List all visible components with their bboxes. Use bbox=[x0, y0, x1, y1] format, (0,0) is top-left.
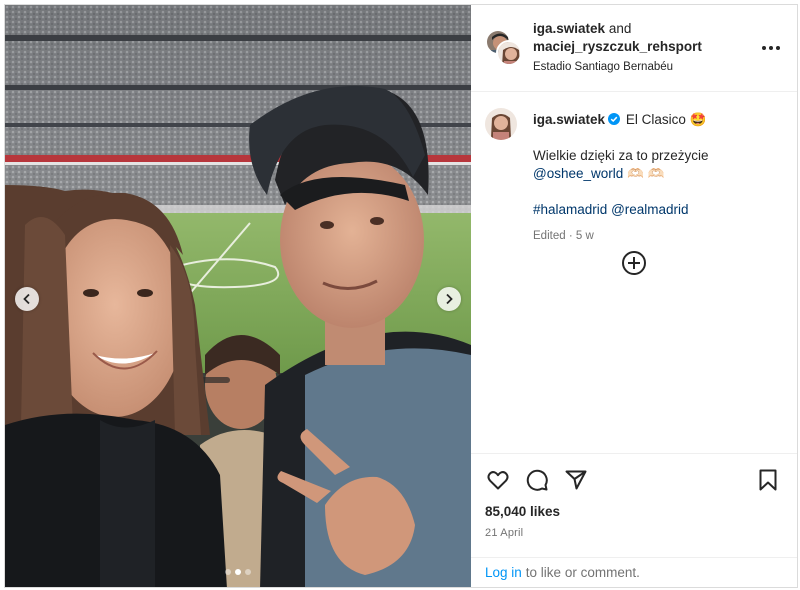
heart-icon bbox=[487, 471, 509, 490]
carousel-indicator bbox=[225, 569, 251, 575]
login-link[interactable]: Log in bbox=[485, 565, 522, 580]
caption-section: iga.swiatek El Clasico 🤩 Wielkie dzięki … bbox=[471, 92, 797, 453]
header-text: iga.swiatek and maciej_ryszczuk_rehsport… bbox=[533, 20, 759, 76]
collab-avatars[interactable] bbox=[485, 29, 523, 67]
caption-username[interactable]: iga.swiatek bbox=[533, 112, 605, 127]
chevron-left-icon bbox=[23, 293, 30, 305]
likes-count[interactable]: 85,040 likes bbox=[485, 504, 783, 519]
caption-row: iga.swiatek El Clasico 🤩 Wielkie dzięki … bbox=[485, 108, 783, 245]
share-button[interactable] bbox=[563, 467, 589, 493]
like-button[interactable] bbox=[485, 467, 511, 493]
coauthor-username[interactable]: maciej_ryszczuk_rehsport bbox=[533, 39, 702, 54]
caption-title-emoji: 🤩 bbox=[689, 112, 707, 127]
mention-link[interactable]: @oshee_world bbox=[533, 166, 623, 181]
hashtag-link[interactable]: #halamadrid bbox=[533, 202, 607, 217]
verified-icon bbox=[608, 113, 621, 125]
chevron-right-icon bbox=[446, 293, 453, 305]
carousel-dot-active bbox=[235, 569, 241, 575]
edited-age: 5 w bbox=[575, 230, 594, 242]
more-options-icon bbox=[762, 46, 780, 50]
carousel-dot bbox=[225, 569, 231, 575]
collab-conjunction: and bbox=[608, 21, 632, 36]
login-prompt: Log in to like or comment. bbox=[471, 557, 797, 587]
login-prompt-text: to like or comment. bbox=[525, 565, 640, 580]
account-mention-link[interactable]: @realmadrid bbox=[611, 202, 688, 217]
caption-avatar[interactable] bbox=[485, 108, 517, 140]
author-username[interactable]: iga.swiatek bbox=[533, 21, 605, 36]
save-button[interactable] bbox=[755, 467, 781, 493]
actions-section: 85,040 likes 21 April bbox=[471, 453, 797, 557]
post-side-panel: iga.swiatek and maciej_ryszczuk_rehsport… bbox=[471, 5, 797, 587]
add-circle-icon[interactable] bbox=[621, 250, 647, 276]
carousel-next-button[interactable] bbox=[437, 287, 461, 311]
caption-body: iga.swiatek El Clasico 🤩 Wielkie dzięki … bbox=[533, 108, 709, 245]
edited-timestamp: Edited · 5 w bbox=[533, 227, 709, 245]
edited-label: Edited bbox=[533, 230, 566, 242]
edited-separator: · bbox=[568, 230, 573, 242]
carousel-dot bbox=[245, 569, 251, 575]
instagram-post: iga.swiatek and maciej_ryszczuk_rehsport… bbox=[4, 4, 798, 588]
location-link[interactable]: Estadio Santiago Bernabéu bbox=[533, 58, 759, 76]
post-media[interactable] bbox=[5, 5, 471, 587]
mention-emoji: 🫶🏻 🫶🏻 bbox=[627, 166, 665, 181]
post-photo bbox=[5, 5, 471, 587]
caption-text: Wielkie dzięki za to przeżycie bbox=[533, 148, 709, 163]
author-avatar[interactable] bbox=[496, 40, 522, 66]
post-date[interactable]: 21 April bbox=[485, 527, 783, 539]
post-header: iga.swiatek and maciej_ryszczuk_rehsport… bbox=[471, 5, 797, 92]
carousel-prev-button[interactable] bbox=[15, 287, 39, 311]
collab-line: iga.swiatek and bbox=[533, 20, 759, 38]
comment-button[interactable] bbox=[524, 467, 550, 493]
bookmark-icon bbox=[759, 469, 777, 491]
share-icon bbox=[565, 470, 587, 490]
more-options-button[interactable] bbox=[759, 36, 783, 60]
caption-title: El Clasico bbox=[625, 112, 686, 127]
action-bar bbox=[485, 466, 783, 494]
comment-icon bbox=[526, 469, 548, 491]
